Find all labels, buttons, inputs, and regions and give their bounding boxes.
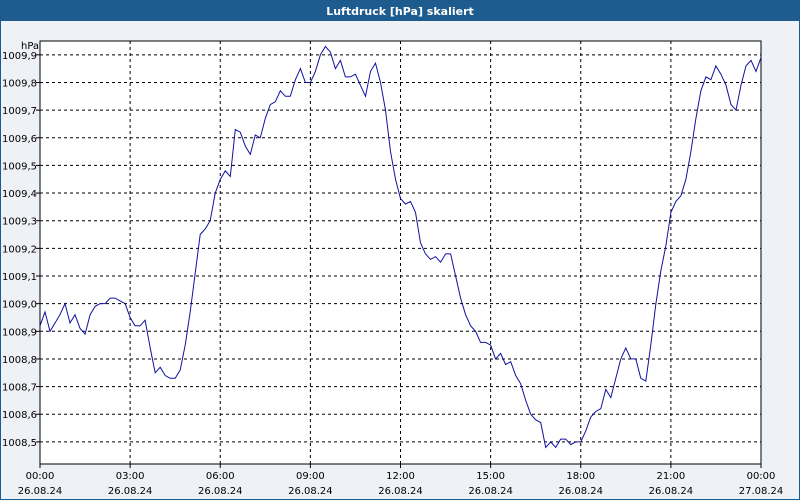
x-tick-time-label: 18:00	[566, 471, 595, 482]
chart-window: Luftdruck [hPa] skaliert 1008,5 1008,6 100…	[0, 0, 800, 500]
x-tick-date-label: 26.08.24	[378, 486, 423, 497]
y-tick-label: 1008,7	[2, 383, 37, 394]
chart-area: 1008,5 1008,6 1008,7 1008,8 1008,9 1009,0 1009…	[2, 40, 784, 497]
y-tick-label: 1008,8	[2, 355, 37, 366]
y-tick-label: 1009,4	[2, 189, 37, 200]
x-tick-time-label: 00:00	[747, 471, 776, 482]
x-tick-date-label: 27.08.24	[739, 486, 784, 497]
y-tick-label: 1009,8	[2, 78, 37, 89]
y-tick-label: 1008,9	[2, 327, 37, 338]
y-tick-label: 1009,2	[2, 244, 37, 255]
x-tick-time-label: 15:00	[476, 471, 505, 482]
x-axis-ticks: 00:00 26.08.24 03:00 26.08.24 06:00 26.08.24 0…	[18, 464, 784, 497]
y-tick-label: 1009,7	[2, 106, 37, 117]
x-tick-date-label: 26.08.24	[468, 486, 513, 497]
y-tick-label: 1008,5	[2, 438, 37, 449]
x-tick-time-label: 06:00	[206, 471, 235, 482]
y-tick-label: 1009,6	[2, 134, 37, 145]
x-tick-time-label: 21:00	[656, 471, 685, 482]
y-tick-label: 1009,1	[2, 272, 37, 283]
chart-title: Luftdruck [hPa] skaliert	[1, 1, 799, 21]
y-axis-unit-label: hPa	[21, 41, 39, 52]
x-tick-date-label: 26.08.24	[649, 486, 694, 497]
y-axis-ticks: 1008,5 1008,6 1008,7 1008,8 1008,9 1009,0 1009…	[2, 51, 40, 449]
x-tick-time-label: 09:00	[296, 471, 325, 482]
y-tick-label: 1009,3	[2, 217, 37, 228]
x-tick-date-label: 26.08.24	[198, 486, 243, 497]
x-tick-time-label: 03:00	[116, 471, 145, 482]
x-tick-date-label: 26.08.24	[108, 486, 153, 497]
x-tick-date-label: 26.08.24	[18, 486, 63, 497]
x-tick-time-label: 12:00	[386, 471, 415, 482]
y-tick-label: 1009,9	[2, 51, 37, 62]
x-tick-date-label: 26.08.24	[558, 486, 603, 497]
x-tick-time-label: 00:00	[26, 471, 55, 482]
y-tick-label: 1008,6	[2, 410, 37, 421]
y-tick-label: 1009,0	[2, 300, 37, 311]
y-tick-label: 1009,5	[2, 161, 37, 172]
x-tick-date-label: 26.08.24	[288, 486, 333, 497]
